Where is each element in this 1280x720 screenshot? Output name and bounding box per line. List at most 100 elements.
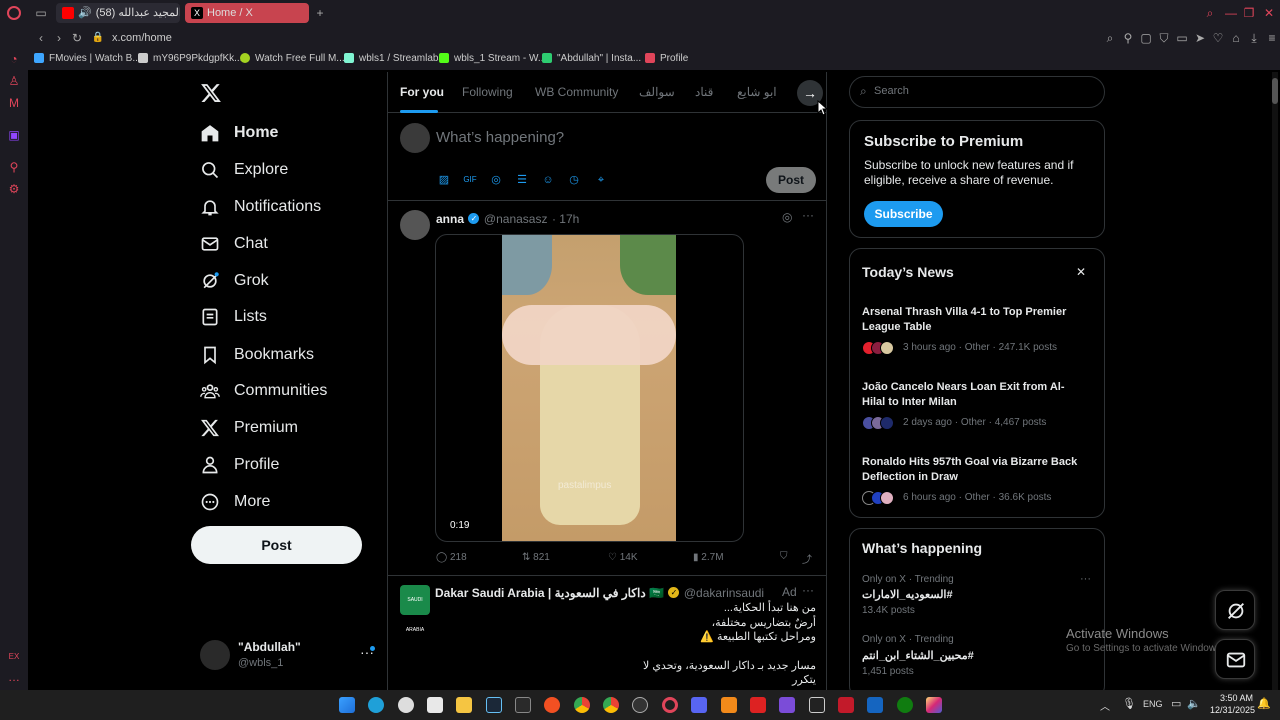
clock-time[interactable]: 3:50 AM xyxy=(1220,693,1253,703)
close-window-icon[interactable]: ✕ xyxy=(1262,6,1276,20)
post-button[interactable]: Post xyxy=(191,526,362,564)
location-icon[interactable]: ⌖ xyxy=(594,173,608,187)
app-icon[interactable] xyxy=(544,697,560,713)
nav-chat[interactable]: Chat xyxy=(200,229,268,259)
messages-floating-button[interactable] xyxy=(1215,639,1255,679)
store-icon[interactable] xyxy=(427,697,443,713)
tab-qannad[interactable]: قناد xyxy=(695,85,713,99)
app-icon[interactable] xyxy=(398,697,414,713)
tweet-handle[interactable]: @dakarinsaudi xyxy=(684,586,764,600)
reload-icon[interactable]: ↻ xyxy=(70,31,84,45)
share-icon[interactable]: ⤴ xyxy=(802,551,812,566)
grok-icon[interactable]: ◎ xyxy=(782,210,792,224)
repost-button[interactable]: ⇅ 821 xyxy=(522,552,550,563)
tray-chevron-icon[interactable]: ︿ xyxy=(1100,698,1110,713)
pin-icon[interactable]: ⚲ xyxy=(7,160,21,174)
vpn-icon[interactable]: EX xyxy=(7,650,21,664)
heart-icon[interactable]: ♡ xyxy=(1211,31,1225,45)
bookmark-instagram[interactable]: "Abdullah" | Insta... xyxy=(542,53,641,64)
twitch-icon[interactable]: ▣ xyxy=(7,128,21,142)
more-dots-icon[interactable]: ··· xyxy=(802,583,814,597)
avatar[interactable]: SAUDI ARABIA xyxy=(400,585,430,633)
nav-explore[interactable]: Explore xyxy=(200,155,288,185)
start-icon[interactable] xyxy=(339,697,355,713)
volume-icon[interactable]: 🔈 xyxy=(1187,697,1201,710)
nav-profile[interactable]: Profile xyxy=(200,450,279,480)
schedule-icon[interactable]: ◷ xyxy=(567,173,581,187)
pin-page-icon[interactable]: ⚲ xyxy=(1121,31,1135,45)
tweet-author[interactable]: anna xyxy=(436,212,464,226)
bookmark-3[interactable]: Watch Free Full M... xyxy=(240,53,345,64)
cast-icon[interactable]: ▭ xyxy=(1175,31,1189,45)
more-icon[interactable]: … xyxy=(7,670,21,684)
app-icon[interactable] xyxy=(750,697,766,713)
opera-icon[interactable] xyxy=(662,697,678,713)
adblock-icon[interactable]: ⛉ xyxy=(1157,31,1171,45)
explorer-icon[interactable] xyxy=(456,697,472,713)
snapshot-icon[interactable]: ▢ xyxy=(1139,31,1153,45)
grok-floating-button[interactable] xyxy=(1215,590,1255,630)
settings-icon[interactable]: ⚙ xyxy=(7,182,21,196)
more-dots-icon[interactable]: ··· xyxy=(802,208,814,222)
steam-icon[interactable] xyxy=(486,697,502,713)
wallet-icon[interactable]: ⌂ xyxy=(1229,31,1243,45)
bookmark-icon[interactable]: ⛉ xyxy=(780,551,788,562)
nav-communities[interactable]: Communities xyxy=(200,376,327,406)
tab-following[interactable]: Following xyxy=(462,85,513,99)
more-dots-icon[interactable]: ··· xyxy=(1080,573,1091,585)
epic-icon[interactable] xyxy=(515,697,531,713)
video-player[interactable]: pastalimpus 0:19 xyxy=(435,234,744,542)
news-item[interactable]: João Cancelo Nears Loan Exit from Al-Hil… xyxy=(850,374,1104,436)
speed-dial-icon[interactable]: ◔ xyxy=(7,52,21,66)
views-button[interactable]: ▮ 2.7M xyxy=(693,552,724,563)
bookmark-profile[interactable]: Profile xyxy=(645,53,688,64)
obs-icon[interactable] xyxy=(632,697,648,713)
search-box[interactable]: ⌕ Search xyxy=(849,76,1105,108)
scrollbar-thumb[interactable] xyxy=(1272,78,1278,104)
bookmark-fmovies[interactable]: FMovies | Watch B... xyxy=(34,53,141,64)
app-icon[interactable] xyxy=(867,697,883,713)
search-tabs-icon[interactable]: ⌕ xyxy=(1203,6,1217,20)
tweet-ad[interactable]: SAUDI ARABIA Dakar Saudi Arabia | داكار … xyxy=(388,577,826,690)
minimize-icon[interactable]: — xyxy=(1224,6,1238,20)
tweet-time[interactable]: · 17h xyxy=(552,212,579,226)
tweet[interactable]: anna ✓ @nanasasz · 17h ◎ ··· pastalimpus… xyxy=(388,202,826,576)
bookmark-2[interactable]: mY96P9PkdgpfKk... xyxy=(138,53,243,64)
account-switcher[interactable]: "Abdullah" @wbls_1 ··· xyxy=(200,638,380,674)
poll-icon[interactable]: ☰ xyxy=(515,173,529,187)
image-icon[interactable]: ▨ xyxy=(437,173,451,187)
forward-icon[interactable]: › xyxy=(52,31,66,45)
capcut-icon[interactable] xyxy=(809,697,825,713)
nav-more[interactable]: More xyxy=(200,487,270,517)
discord-icon[interactable] xyxy=(691,697,707,713)
chrome-icon[interactable] xyxy=(574,697,590,713)
tab-wb-community[interactable]: WB Community xyxy=(535,85,618,99)
opera-logo-icon[interactable] xyxy=(7,6,21,20)
mic-icon[interactable]: 🎙 xyxy=(1122,697,1136,710)
tab-sawalif[interactable]: سوالف xyxy=(639,85,675,99)
zoom-icon[interactable]: ⌕ xyxy=(1103,31,1117,45)
app-icon[interactable] xyxy=(838,697,854,713)
network-icon[interactable]: ▭ xyxy=(1171,697,1181,710)
nav-premium[interactable]: Premium xyxy=(200,413,298,443)
app-icon[interactable] xyxy=(721,697,737,713)
gif-icon[interactable]: GIF xyxy=(463,173,477,187)
news-item[interactable]: Ronaldo Hits 957th Goal via Bizarre Back… xyxy=(850,449,1104,511)
menu-icon[interactable]: ≡ xyxy=(1265,31,1279,45)
subscribe-button[interactable]: Subscribe xyxy=(864,201,943,227)
nav-lists[interactable]: Lists xyxy=(200,302,267,332)
like-button[interactable]: ♡ 14K xyxy=(608,552,638,563)
grok-icon[interactable]: ◎ xyxy=(489,173,503,187)
nav-notifications[interactable]: Notifications xyxy=(200,192,321,222)
nav-grok[interactable]: Grok xyxy=(200,266,269,296)
tweet-author[interactable]: Dakar Saudi Arabia | داكار في السعودية 🇸… xyxy=(435,586,664,600)
notifications-icon[interactable]: 🔔 xyxy=(1257,697,1271,710)
tab-for-you[interactable]: For you xyxy=(400,85,444,99)
composer-post-button[interactable]: Post xyxy=(766,167,816,193)
language-indicator[interactable]: ENG xyxy=(1143,699,1163,709)
chrome-icon[interactable] xyxy=(603,697,619,713)
xbox-icon[interactable] xyxy=(897,697,913,713)
nav-home[interactable]: Home xyxy=(200,118,278,148)
x-logo-icon[interactable] xyxy=(200,82,222,109)
avatar[interactable] xyxy=(400,210,430,240)
